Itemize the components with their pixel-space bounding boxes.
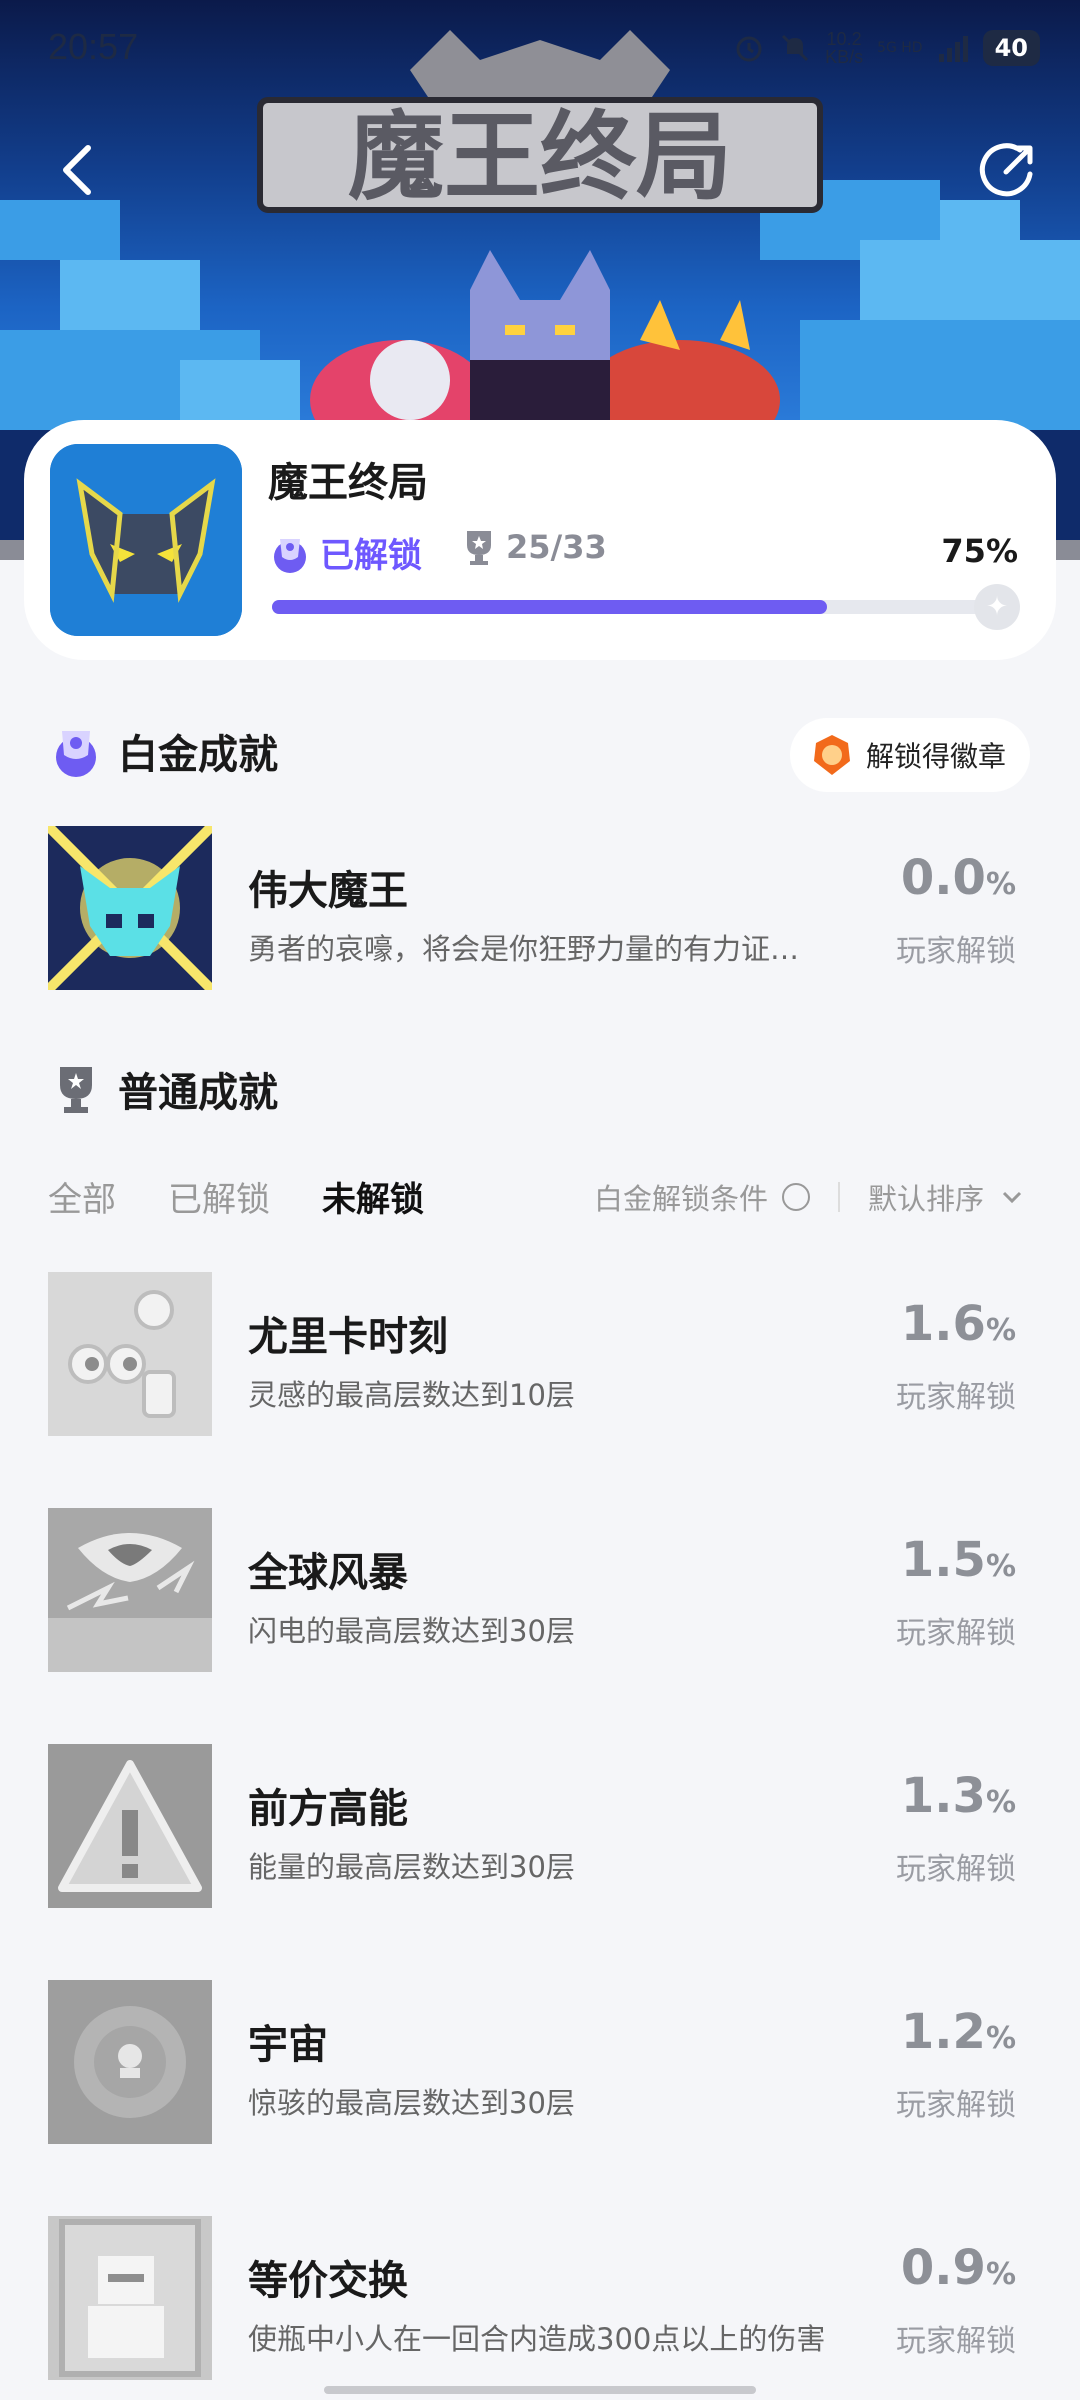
unlock-rate: 1.6% bbox=[901, 1296, 1016, 1352]
speed-unit: KB/s bbox=[825, 47, 864, 67]
platinum-condition-radio[interactable] bbox=[781, 1183, 810, 1211]
achievement-desc: 使瓶中小人在一回合内造成300点以上的伤害 bbox=[248, 2322, 826, 2356]
unlocked-label: 已解锁 bbox=[320, 536, 422, 576]
unlock-rate-label: 玩家解锁 bbox=[896, 1380, 1016, 1415]
unlock-rate-value: 1.6 bbox=[900, 1296, 986, 1352]
normal-section-header: 普通成就 bbox=[48, 1060, 278, 1118]
speed-value: 10.2 bbox=[826, 29, 862, 49]
sort-dropdown-label[interactable]: 默认排序 bbox=[868, 1176, 984, 1218]
unlock-rate: 1.3% bbox=[901, 1768, 1016, 1824]
tab-all[interactable]: 全部 bbox=[48, 1172, 116, 1221]
network-speed: 10.2 KB/s bbox=[825, 30, 863, 66]
network-type: 5G HD bbox=[877, 40, 923, 56]
unlock-rate-value: 1.2 bbox=[900, 2004, 986, 2060]
signal-icon bbox=[938, 36, 968, 62]
mute-icon bbox=[782, 34, 809, 62]
trophy-icon bbox=[60, 1067, 92, 1113]
unlock-rate: 1.2% bbox=[901, 2004, 1016, 2060]
status-bar: 20:57 10.2 KB/s 5G HD 40 bbox=[0, 0, 1080, 100]
achievement-name: 前方高能 bbox=[248, 1786, 408, 1832]
achievement-tabs: 全部 已解锁 未解锁 bbox=[48, 1172, 424, 1221]
share-icon bbox=[979, 143, 1033, 197]
achievement-desc: 勇者的哀嚎，将会是你狂野力量的有力证… bbox=[248, 932, 800, 966]
divider bbox=[837, 1182, 840, 1212]
unlock-rate-label: 玩家解锁 bbox=[896, 1852, 1016, 1887]
tab-locked[interactable]: 未解锁 bbox=[322, 1172, 424, 1221]
achievement-row[interactable]: 宇宙 惊骇的最高层数达到30层 1.2% 玩家解锁 bbox=[0, 1980, 1080, 2144]
platinum-condition-filter-label[interactable]: 白金解锁条件 bbox=[594, 1176, 768, 1218]
achievement-row[interactable]: 尤里卡时刻 灵感的最高层数达到10层 1.6% 玩家解锁 bbox=[0, 1272, 1080, 1436]
completion-percent: 75% bbox=[941, 532, 1018, 570]
achievement-name: 尤里卡时刻 bbox=[248, 1314, 448, 1360]
unlock-rate-unit: % bbox=[985, 1549, 1016, 1584]
achievement-row[interactable]: 等价交换 使瓶中小人在一回合内造成300点以上的伤害 0.9% 玩家解锁 bbox=[0, 2216, 1080, 2380]
achievement-desc: 惊骇的最高层数达到30层 bbox=[248, 2086, 575, 2120]
warning-icon bbox=[48, 1744, 212, 1908]
progress-fill bbox=[272, 600, 827, 614]
unlock-rate-label: 玩家解锁 bbox=[896, 2088, 1016, 2123]
unlock-rate-value: 1.3 bbox=[900, 1768, 986, 1824]
unlock-rate-unit: % bbox=[985, 1313, 1016, 1348]
battery-indicator: 40 bbox=[982, 30, 1040, 66]
unlock-badge-label: 解锁得徽章 bbox=[865, 740, 1006, 773]
game-title: 魔王终局 bbox=[268, 460, 428, 506]
trophy-icon bbox=[467, 531, 491, 565]
game-summary-card: 魔王终局 已解锁 25/33 75% ✦ bbox=[24, 420, 1056, 660]
storm-icon bbox=[48, 1508, 212, 1672]
unlock-rate-unit: % bbox=[985, 2021, 1016, 2056]
unlock-rate-value: 1.5 bbox=[900, 1532, 986, 1588]
platinum-section-header: 白金成就 bbox=[48, 722, 278, 780]
achievement-name: 宇宙 bbox=[248, 2022, 328, 2068]
achievement-name: 等价交换 bbox=[248, 2258, 408, 2304]
achievement-name: 全球风暴 bbox=[248, 1550, 408, 1596]
chevron-down-icon[interactable] bbox=[998, 1183, 1026, 1211]
platinum-trophy-icon bbox=[274, 538, 306, 573]
lightbulb-eyes-icon bbox=[48, 1272, 212, 1436]
unlock-rate-unit: % bbox=[985, 2257, 1016, 2292]
logo-text: 魔王终局 bbox=[348, 101, 732, 213]
unlock-rate: 0.0% bbox=[901, 850, 1016, 906]
achievement-row[interactable]: 全球风暴 闪电的最高层数达到30层 1.5% 玩家解锁 bbox=[0, 1508, 1080, 1672]
unlock-badge-button[interactable]: 解锁得徽章 bbox=[789, 718, 1030, 792]
unlock-rate-unit: % bbox=[985, 1785, 1016, 1820]
platinum-trophy-icon bbox=[56, 731, 96, 777]
back-button[interactable] bbox=[44, 138, 108, 202]
unlock-rate-unit: % bbox=[985, 867, 1016, 902]
bottle-figure-icon bbox=[48, 2216, 212, 2380]
achievement-row[interactable]: 前方高能 能量的最高层数达到30层 1.3% 玩家解锁 bbox=[0, 1744, 1080, 1908]
achievement-row-platinum[interactable]: 伟大魔王 勇者的哀嚎，将会是你狂野力量的有力证… 0.0% 玩家解锁 bbox=[0, 826, 1080, 990]
normal-section-title: 普通成就 bbox=[118, 1070, 278, 1116]
platinum-section-title: 白金成就 bbox=[118, 732, 278, 778]
cosmos-icon bbox=[48, 1980, 212, 2144]
home-indicator[interactable] bbox=[324, 2386, 756, 2394]
game-icon bbox=[50, 444, 242, 636]
unlock-rate-label: 玩家解锁 bbox=[896, 2324, 1016, 2359]
unlock-rate: 0.9% bbox=[901, 2240, 1016, 2296]
great-demon-king-icon bbox=[48, 826, 212, 990]
alarm-icon bbox=[736, 36, 762, 62]
share-button[interactable] bbox=[976, 138, 1040, 202]
achievement-name: 伟大魔王 bbox=[248, 868, 408, 914]
achievement-desc: 灵感的最高层数达到10层 bbox=[248, 1378, 575, 1412]
unlock-rate-label: 玩家解锁 bbox=[896, 934, 1016, 969]
unlock-rate-value: 0.9 bbox=[900, 2240, 986, 2296]
trophy-count: 25/33 bbox=[464, 528, 607, 566]
filter-bar: 白金解锁条件 默认排序 bbox=[594, 1176, 1026, 1218]
trophy-count-value: 25/33 bbox=[506, 528, 607, 566]
completion-progress-bar: ✦ bbox=[272, 584, 1020, 630]
tab-unlocked[interactable]: 已解锁 bbox=[168, 1172, 270, 1221]
unlock-rate: 1.5% bbox=[901, 1532, 1016, 1588]
status-time: 20:57 bbox=[48, 26, 139, 67]
unlock-rate-label: 玩家解锁 bbox=[896, 1616, 1016, 1651]
back-arrow-icon bbox=[63, 145, 91, 195]
achievement-desc: 能量的最高层数达到30层 bbox=[248, 1850, 575, 1884]
achievement-desc: 闪电的最高层数达到30层 bbox=[248, 1614, 575, 1648]
unlocked-status: 已解锁 bbox=[268, 528, 422, 577]
unlock-rate-value: 0.0 bbox=[900, 850, 986, 906]
progress-end-star-icon: ✦ bbox=[974, 584, 1020, 630]
badge-icon bbox=[813, 735, 850, 775]
